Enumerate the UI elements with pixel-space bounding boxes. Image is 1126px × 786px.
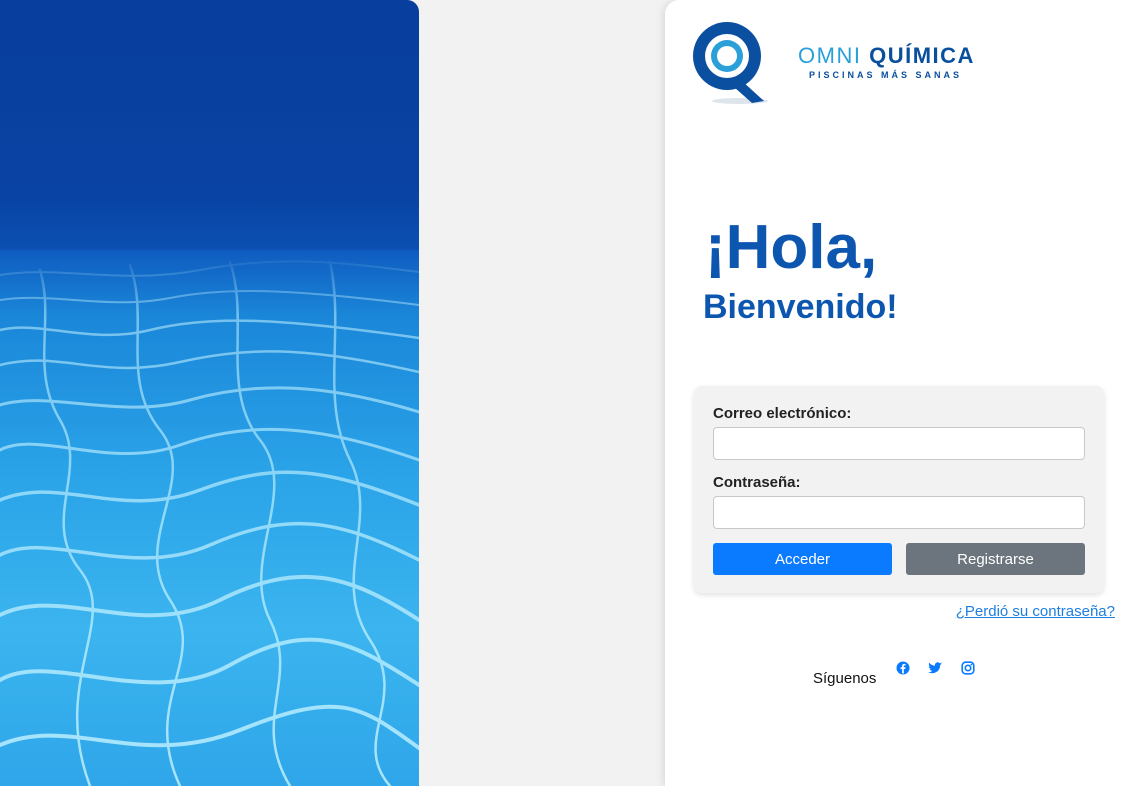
- omni-quimica-q-logo-icon: [693, 22, 768, 104]
- greeting-subheading: Bienvenido!: [703, 288, 898, 326]
- twitter-icon[interactable]: [927, 660, 943, 676]
- forgot-password-link[interactable]: ¿Perdió su contraseña?: [956, 603, 1115, 620]
- login-panel: OMNI QUÍMICA PISCINAS MÁS SANAS ¡Hola, B…: [665, 0, 1126, 786]
- register-button[interactable]: Registrarse: [906, 543, 1085, 575]
- email-label: Correo electrónico:: [713, 405, 852, 422]
- water-caustics-pattern: [0, 0, 419, 786]
- password-label: Contraseña:: [713, 474, 801, 491]
- pool-water-image: [0, 0, 419, 786]
- brand-name-light: OMNI: [798, 43, 862, 68]
- email-field[interactable]: [713, 427, 1085, 460]
- greeting-heading: ¡Hola,: [705, 213, 878, 282]
- password-field[interactable]: [713, 496, 1085, 529]
- instagram-icon[interactable]: [960, 660, 976, 676]
- login-button[interactable]: Acceder: [713, 543, 892, 575]
- brand-logo: OMNI QUÍMICA PISCINAS MÁS SANAS: [692, 21, 973, 107]
- follow-us-label: Síguenos: [813, 670, 877, 687]
- login-form: Correo electrónico: Contraseña: Acceder …: [694, 386, 1104, 593]
- brand-name-bold: QUÍMICA: [869, 43, 975, 68]
- brand-tagline: PISCINAS MÁS SANAS: [809, 70, 963, 80]
- facebook-icon[interactable]: [895, 660, 911, 676]
- brand-name: OMNI QUÍMICA: [798, 43, 975, 69]
